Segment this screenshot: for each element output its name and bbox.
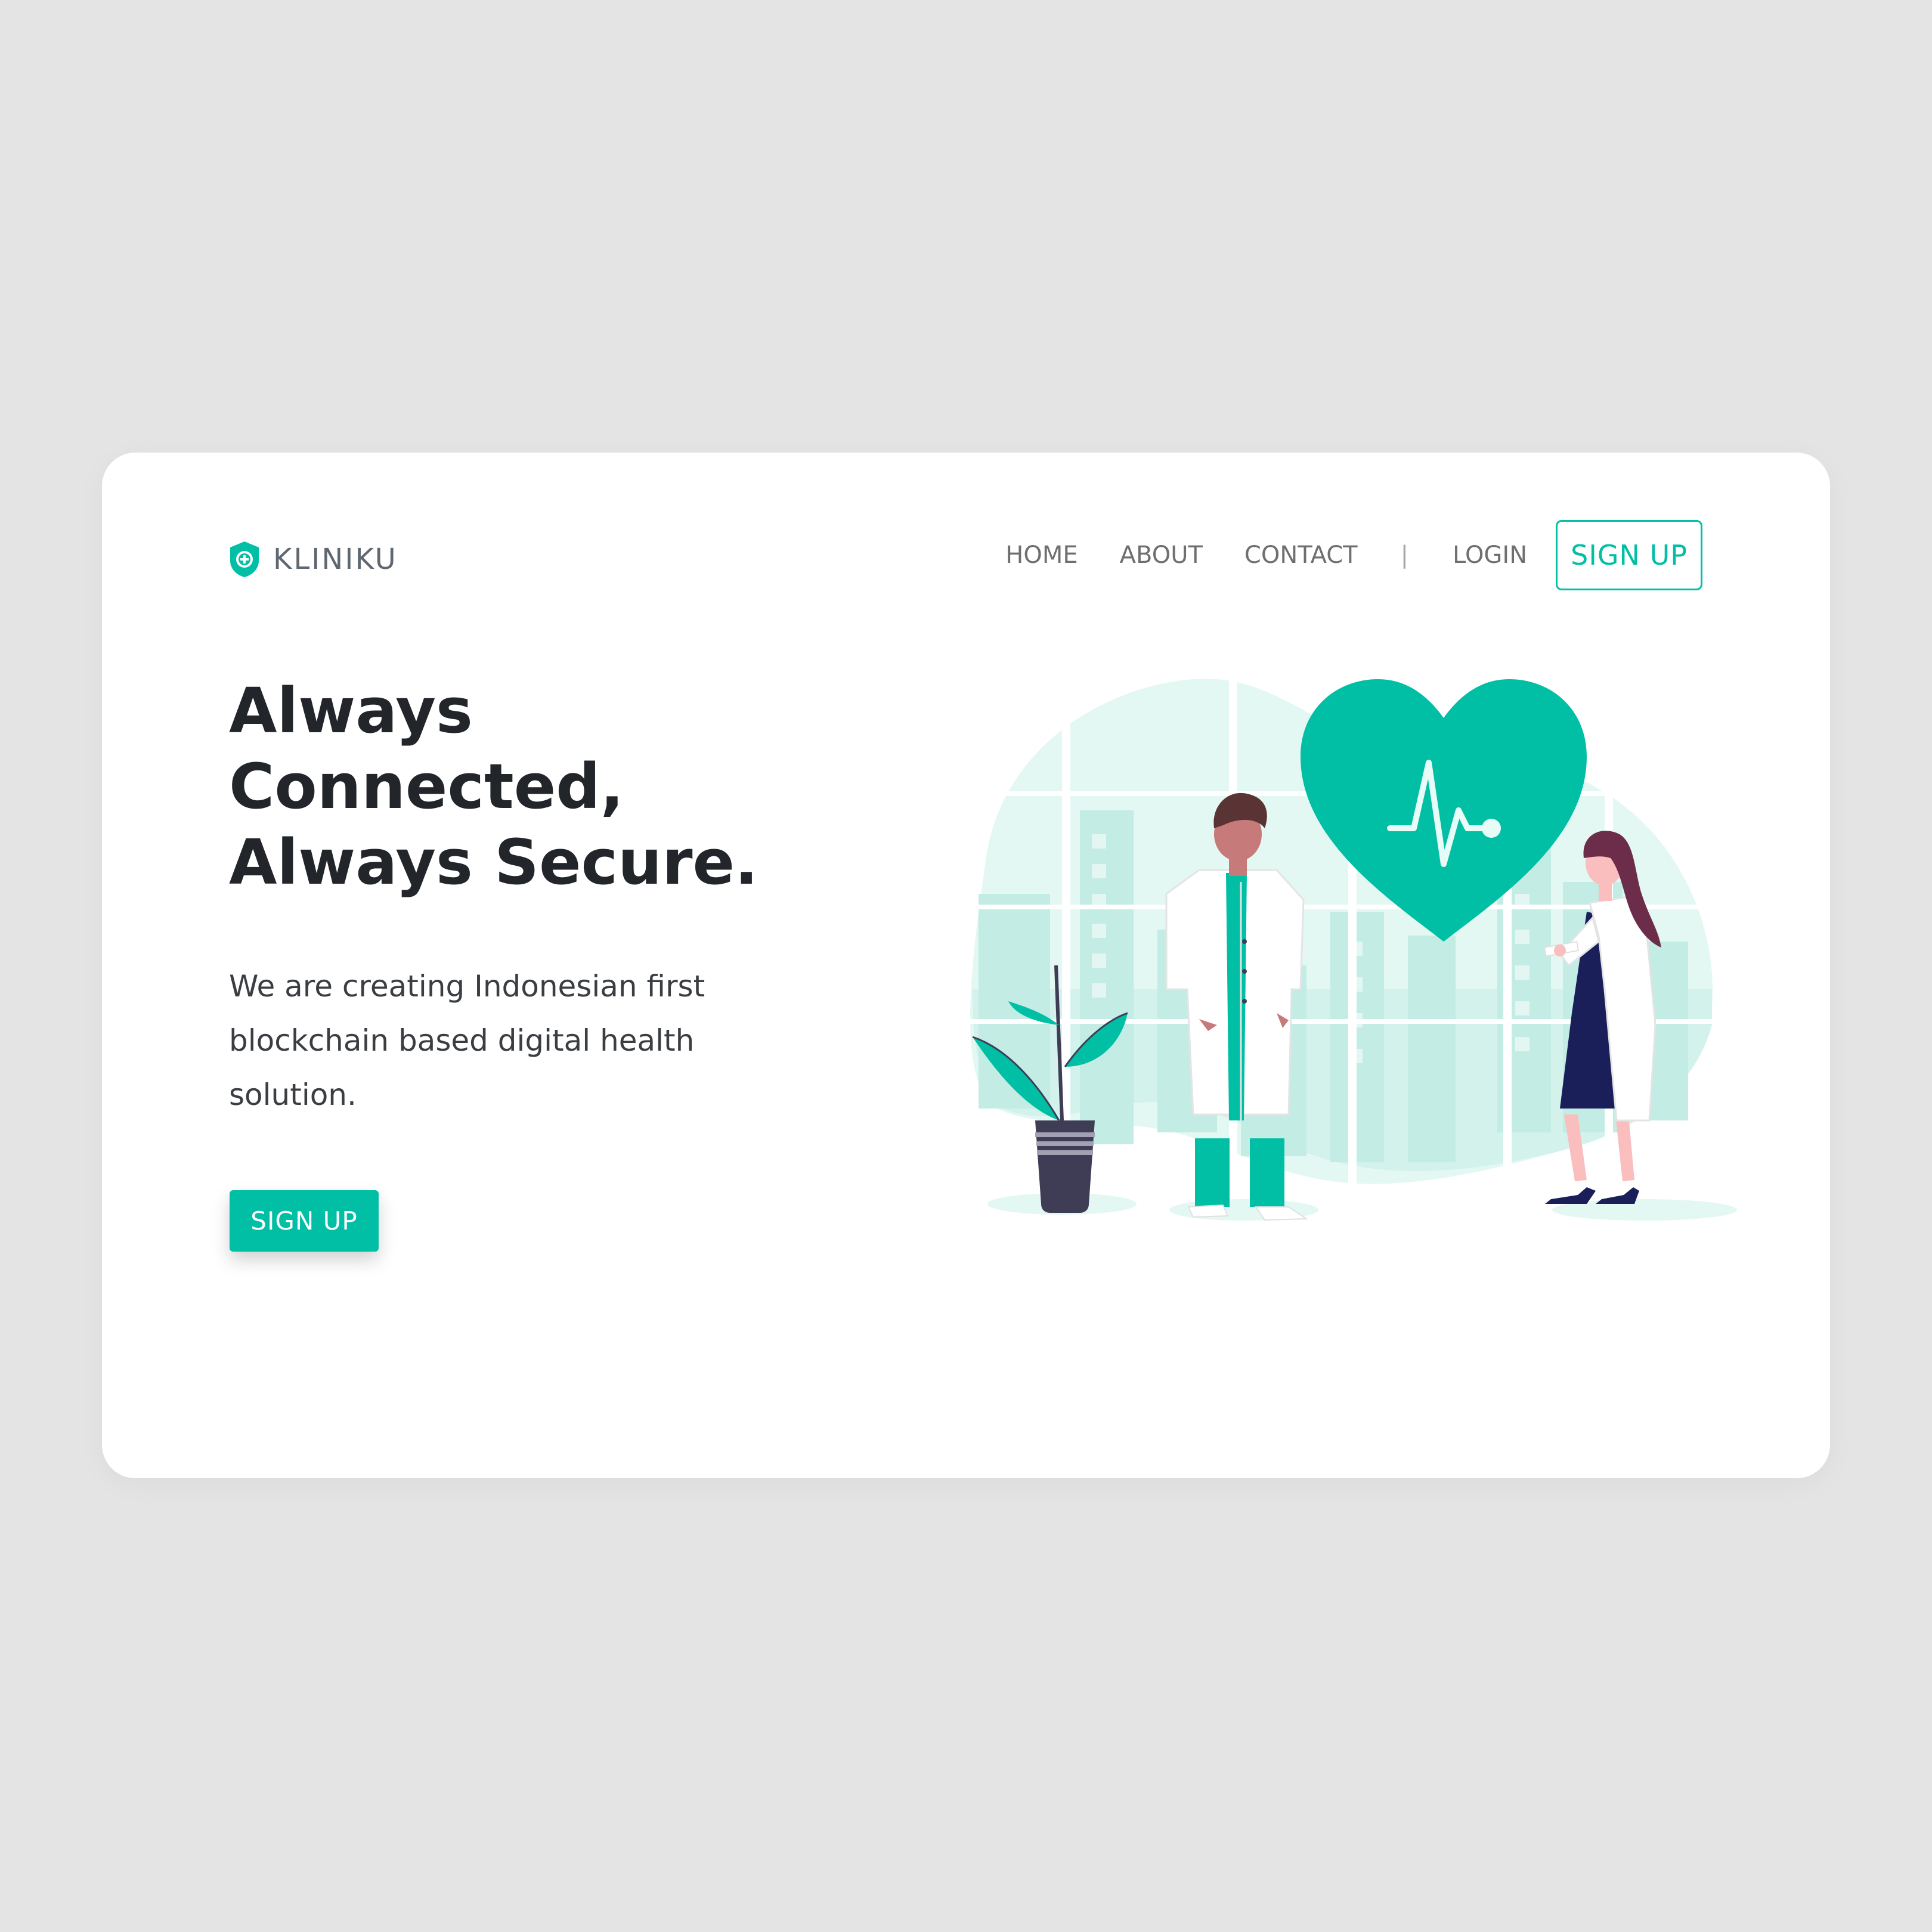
brand-logo[interactable]: KLINIKU	[229, 538, 398, 580]
hero-subtitle-line: We are creating Indonesian first	[229, 969, 705, 1004]
hero-subtitle-line: blockchain based digital health	[229, 1023, 695, 1058]
nav-contact[interactable]: CONTACT	[1244, 541, 1358, 569]
doctors-heart-illustration	[967, 655, 1737, 1221]
nav-home[interactable]: HOME	[1005, 541, 1078, 569]
nav-about[interactable]: ABOUT	[1120, 541, 1203, 569]
landing-card: KLINIKU HOME ABOUT CONTACT | LOGIN SIGN …	[102, 453, 1830, 1478]
nav-divider: |	[1400, 541, 1409, 569]
hero-title-line: Connected,	[229, 750, 624, 823]
nav-signup-button[interactable]: SIGN UP	[1556, 520, 1702, 590]
brand-name: KLINIKU	[273, 543, 398, 576]
hero-title: Always Connected, Always Secure.	[229, 673, 885, 900]
hero-subtitle: We are creating Indonesian first blockch…	[229, 959, 813, 1122]
hero-signup-button[interactable]: SIGN UP	[230, 1190, 379, 1252]
top-nav: HOME ABOUT CONTACT | LOGIN SIGN UP	[1005, 519, 1702, 591]
hero-title-line: Always	[229, 674, 473, 747]
hero-subtitle-line: solution.	[229, 1078, 357, 1112]
hero-title-line: Always Secure.	[229, 826, 758, 899]
shield-plus-icon	[230, 541, 259, 577]
nav-login[interactable]: LOGIN	[1453, 541, 1527, 569]
